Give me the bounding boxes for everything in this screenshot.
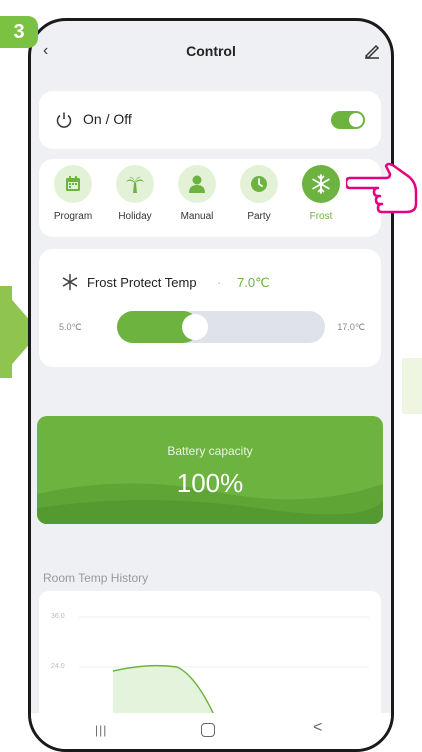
mode-holiday-label: Holiday [118, 211, 152, 222]
mode-program-label: Program [53, 211, 93, 222]
step-number-badge: 3 [0, 16, 38, 48]
recent-apps-icon[interactable]: ||| [95, 723, 107, 737]
mode-program[interactable]: Program [43, 165, 103, 222]
android-nav-bar: ||| < [31, 713, 391, 749]
mode-manual[interactable]: Manual [167, 165, 227, 222]
mode-frost-circle [302, 165, 340, 203]
mode-frost[interactable]: Frost [291, 165, 351, 222]
mode-program-circle [54, 165, 92, 203]
power-label: On / Off [83, 111, 132, 127]
snowflake-icon [312, 174, 330, 194]
palm-tree-icon [126, 176, 144, 193]
slider-max-label: 17.0℃ [337, 322, 365, 332]
calendar-icon [66, 176, 80, 191]
mode-selector-card: Program Holiday Manual Party Frost [39, 159, 381, 237]
edit-pencil-icon[interactable] [363, 41, 381, 59]
frost-temp-separator: · [217, 275, 222, 290]
clock-icon [251, 176, 267, 192]
mode-party-circle [240, 165, 278, 203]
slider-thumb[interactable] [182, 314, 208, 340]
battery-label: Battery capacity [167, 444, 253, 458]
frost-temp-card: Frost Protect Temp · 7.0℃ 5.0℃ 17.0℃ [39, 249, 381, 367]
frost-temp-slider[interactable] [117, 311, 325, 343]
mode-holiday[interactable]: Holiday [105, 165, 165, 222]
home-icon[interactable] [201, 723, 215, 737]
room-temp-history-title: Room Temp History [43, 571, 149, 585]
slider-min-label: 5.0℃ [59, 322, 82, 332]
battery-value: 100% [176, 468, 244, 498]
temp-history-plot [79, 616, 369, 731]
mode-frost-label: Frost [309, 211, 333, 222]
phone-frame: ‹ Control On / Off Program Holiday Manua… [28, 18, 394, 752]
mode-holiday-circle [116, 165, 154, 203]
pointing-hand-icon [346, 162, 418, 214]
battery-card: Battery capacity 100% [37, 416, 383, 524]
mode-manual-label: Manual [180, 211, 214, 222]
mode-party[interactable]: Party [229, 165, 289, 222]
right-arrow-decoration [402, 358, 422, 414]
power-toggle[interactable] [331, 111, 365, 129]
mode-party-label: Party [247, 211, 271, 222]
power-icon [56, 112, 72, 128]
mode-manual-circle [178, 165, 216, 203]
toggle-knob [349, 113, 363, 127]
power-card: On / Off [39, 91, 381, 149]
page-title: Control [186, 43, 236, 59]
room-temp-history-chart: 36.0 24.0 [39, 591, 381, 731]
frost-temp-label: Frost Protect Temp [87, 275, 197, 290]
app-header: ‹ Control [31, 21, 391, 77]
person-icon [189, 175, 205, 193]
frost-temp-value: 7.0℃ [237, 275, 270, 290]
nav-back-icon[interactable]: < [313, 719, 322, 737]
snowflake-icon [62, 273, 78, 291]
